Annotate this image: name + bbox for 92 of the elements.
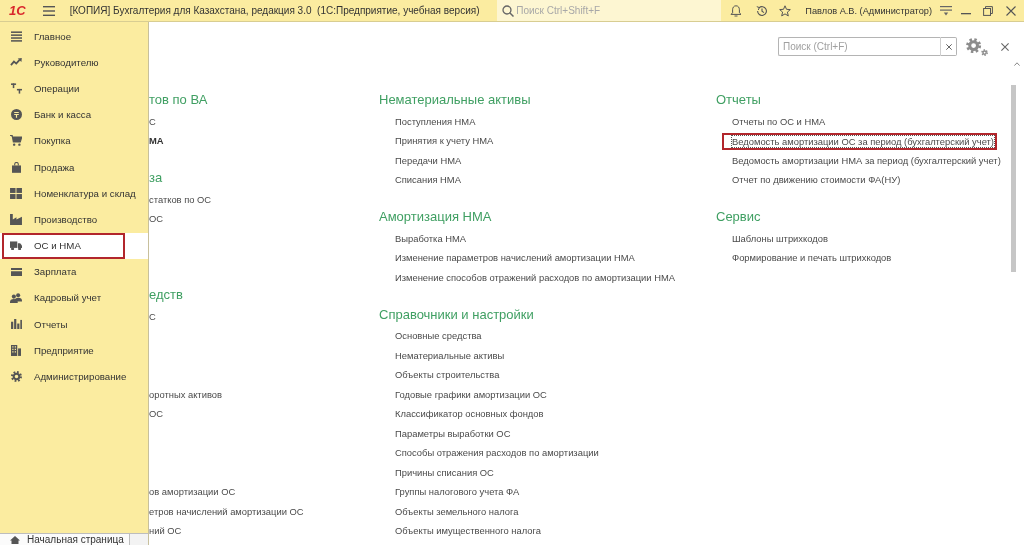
nav-link[interactable]: ний ОС <box>149 524 182 539</box>
nav-link[interactable]: Выработка НМА <box>395 231 467 246</box>
sidebar-item[interactable]: Номенклатура и склад <box>0 180 148 207</box>
nav-link[interactable]: Нематериальные активы <box>395 348 505 363</box>
section-heading: Отчеты <box>716 91 762 109</box>
clear-button[interactable] <box>940 37 957 56</box>
sidebar-item[interactable]: Покупка <box>0 127 148 154</box>
nav-link[interactable]: С <box>149 114 156 129</box>
bar-chart-icon <box>10 319 22 330</box>
section-heading: Нематериальные активы <box>379 91 532 109</box>
close-icon[interactable] <box>1006 5 1016 16</box>
list-icon <box>10 30 22 42</box>
menu-icon[interactable] <box>42 5 55 16</box>
minimize-icon[interactable] <box>961 12 971 15</box>
sidebar-item[interactable]: ОС и НМА <box>0 232 148 259</box>
nav-link[interactable]: МА <box>149 134 164 149</box>
nav-link[interactable]: Принятия к учету НМА <box>395 134 494 149</box>
nav-link[interactable]: ов амортизации ОС <box>149 485 236 500</box>
nav-link[interactable]: етров начислений амортизации ОС <box>149 504 304 519</box>
history-icon[interactable] <box>756 4 769 17</box>
dropdown-menu-icon[interactable] <box>940 5 952 16</box>
nav-link[interactable]: Ведомость амортизации НМА за период (бухгалтерский учет) <box>732 153 1001 168</box>
nav-link[interactable]: Поступления НМА <box>395 114 476 129</box>
sidebar-item[interactable]: Банк и касса <box>0 101 148 128</box>
bag-icon <box>11 161 21 173</box>
nav-link[interactable]: Параметры выработки ОС <box>395 426 511 441</box>
people-icon <box>10 292 22 304</box>
user-name[interactable]: Павлов А.В. (Администратор) <box>805 5 932 16</box>
section-heading: тов по ВА <box>149 91 209 109</box>
sidebar-item[interactable]: Продажа <box>0 153 148 181</box>
sidebar-item[interactable]: Предприятие <box>0 337 148 364</box>
nav-link[interactable]: Изменение параметров начислений амортизации НМА <box>395 251 635 266</box>
home-tab[interactable]: Начальная страница <box>0 534 130 545</box>
sidebar-item[interactable]: Производство <box>0 206 148 233</box>
sidebar-item[interactable]: Кадровый учет <box>0 284 148 312</box>
scroll-up-icon[interactable] <box>1014 62 1020 66</box>
sidebar-item[interactable]: Администрирование <box>0 363 148 390</box>
nav-link[interactable]: Классификатор основных фондов <box>395 407 544 422</box>
nav-link[interactable]: Отчет по движению стоимости ФА(НУ) <box>732 173 901 188</box>
search-icon <box>502 4 515 17</box>
nav-link[interactable]: ОС <box>149 212 164 227</box>
trend-line-icon <box>10 58 22 67</box>
close-icon[interactable] <box>1001 42 1009 51</box>
section-heading: Справочники и настройки <box>379 305 535 324</box>
search-field[interactable]: Поиск (Ctrl+F) <box>778 37 940 56</box>
app-logo: 1С <box>9 3 26 18</box>
nav-link[interactable]: Группы налогового учета ФА <box>395 485 520 500</box>
factory-icon <box>10 213 22 225</box>
search-field[interactable]: Поиск Ctrl+Shift+F <box>497 0 722 21</box>
restore-icon[interactable] <box>983 5 993 16</box>
t-account-icon <box>10 82 22 94</box>
sidebar-item[interactable]: Главное <box>0 23 148 50</box>
nav-link[interactable]: Ведомость амортизации ОС за период (бухгалтерский учет) <box>722 132 997 150</box>
home-icon <box>10 535 20 544</box>
nav-link[interactable]: Изменение способов отражений расходов по амортизации НМА <box>395 270 676 285</box>
nav-link[interactable]: Способы отражения расходов по амортизации <box>395 446 599 461</box>
nav-link[interactable]: Основные средства <box>395 329 482 344</box>
sidebar-item[interactable]: Отчеты <box>0 311 148 338</box>
truck-icon <box>10 240 22 251</box>
scrollbar-thumb[interactable] <box>1011 85 1016 272</box>
nav-link[interactable]: Формирование и печать штрихкодов <box>732 251 892 266</box>
nav-link[interactable]: Шаблоны штрихкодов <box>732 231 828 246</box>
section-heading: едств <box>149 286 184 304</box>
nav-link[interactable]: Отчеты по ОС и НМА <box>732 114 826 129</box>
nav-link[interactable]: Передачи НМА <box>395 153 462 168</box>
sidebar-item[interactable]: Операции <box>0 75 148 102</box>
sidebar-item[interactable]: Зарплата <box>0 258 148 285</box>
card-icon <box>10 267 22 277</box>
nav-link[interactable]: Списания НМА <box>395 173 461 188</box>
cart-icon <box>10 135 22 147</box>
nav-link[interactable]: Объекты строительства <box>395 368 500 383</box>
settings-icon[interactable] <box>966 37 988 56</box>
star-icon[interactable] <box>779 4 792 17</box>
nav-link[interactable]: С <box>149 309 156 324</box>
nav-link[interactable]: Годовые графики амортизации ОС <box>395 387 547 402</box>
close-icon <box>945 43 952 50</box>
nav-link[interactable]: Объекты земельного налога <box>395 504 519 519</box>
section-heading: за <box>149 169 164 187</box>
grid-icon <box>10 187 22 199</box>
sidebar-item[interactable]: Руководителю <box>0 49 148 76</box>
nav-link[interactable]: статков по ОС <box>149 192 212 207</box>
nav-link[interactable]: ОС <box>149 407 164 422</box>
nav-link[interactable]: Объекты имущественного налога <box>395 524 541 539</box>
nav-link[interactable]: Причины списания ОС <box>395 465 494 480</box>
building-icon <box>11 344 21 356</box>
bell-icon[interactable] <box>730 4 743 17</box>
nav-link[interactable]: оротных активов <box>149 387 222 402</box>
section-heading: Сервис <box>716 208 762 226</box>
section-heading: Амортизация НМА <box>379 208 493 226</box>
coin-icon <box>10 109 22 121</box>
window-title: [КОПИЯ] Бухгалтерия для Казахстана, редакция 3.0 (1С:Предприятие, учебная версия) <box>69 5 480 16</box>
settings-icon <box>10 371 22 383</box>
